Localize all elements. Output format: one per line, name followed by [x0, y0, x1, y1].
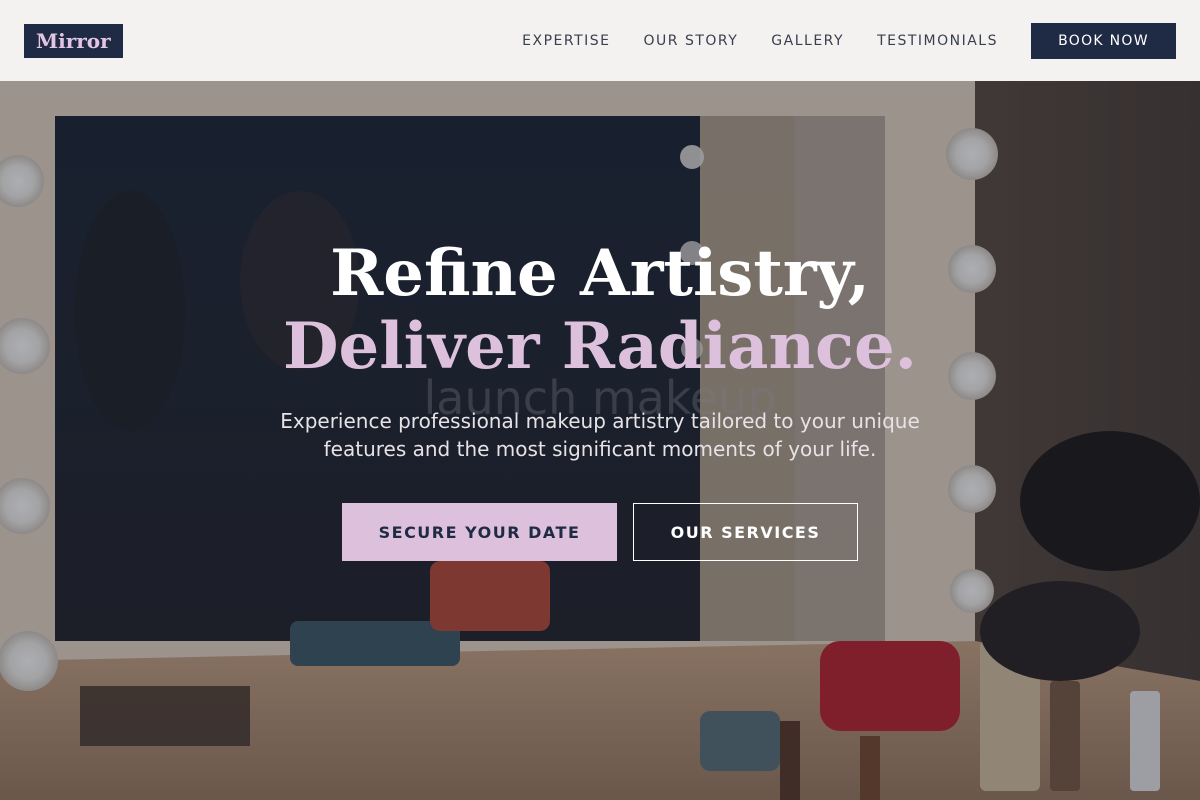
nav-link-testimonials[interactable]: TESTIMONIALS	[877, 33, 998, 49]
site-header: Mirror EXPERTISE OUR STORY GALLERY TESTI…	[0, 0, 1200, 81]
hero-subtext: Experience professional makeup artistry …	[280, 409, 920, 461]
nav-link-expertise[interactable]: EXPERTISE	[522, 33, 610, 49]
main-nav: EXPERTISE OUR STORY GALLERY TESTIMONIALS…	[489, 22, 1176, 59]
logo[interactable]: Mirror	[24, 23, 123, 58]
secure-your-date-button[interactable]: SECURE YOUR DATE	[342, 503, 617, 561]
hero-headline-line2: Deliver Radiance.	[283, 309, 917, 384]
nav-link-our-story[interactable]: OUR STORY	[644, 33, 739, 49]
book-now-button[interactable]: BOOK NOW	[1031, 22, 1176, 59]
nav-link-gallery[interactable]: GALLERY	[771, 33, 844, 49]
hero-section: launch makeup Refine Artistry, Deliver R…	[0, 81, 1200, 800]
hero-headline-line1: Refine Artistry,	[330, 236, 870, 311]
our-services-button[interactable]: OUR SERVICES	[633, 503, 858, 561]
